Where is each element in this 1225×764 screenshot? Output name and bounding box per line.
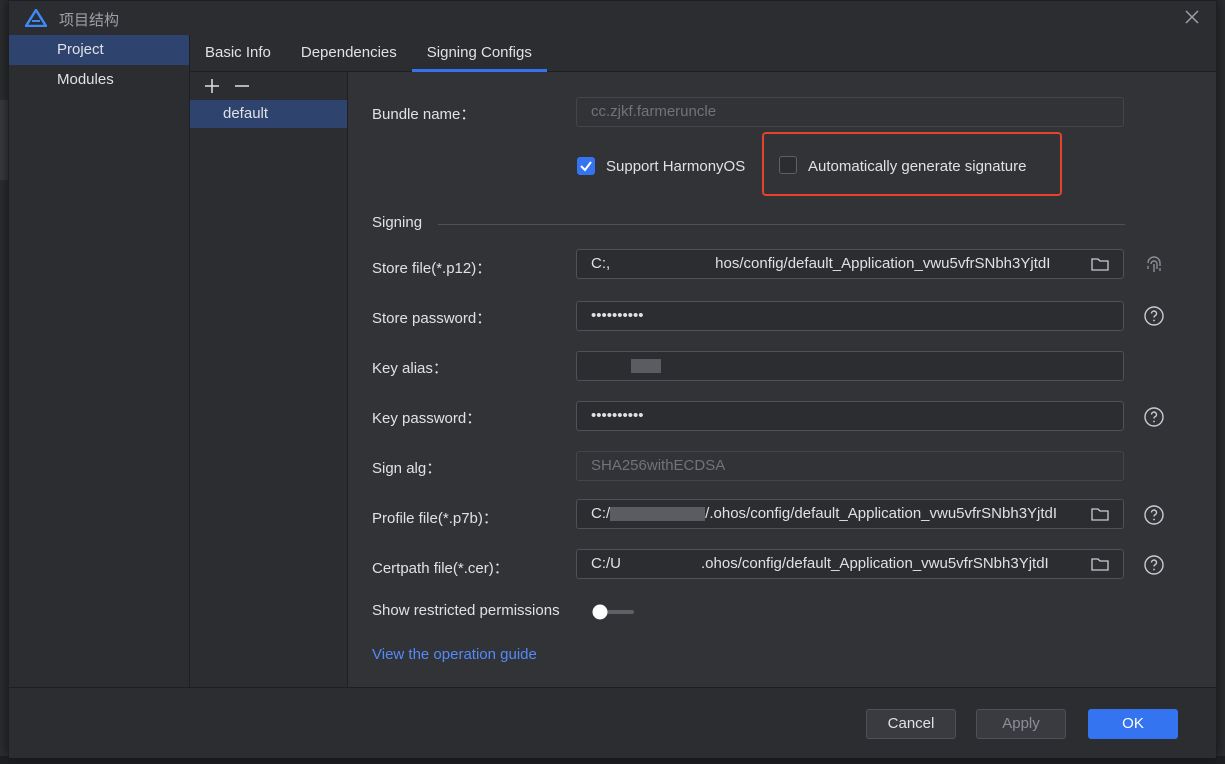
store-file-value-prefix: C:, — [591, 255, 611, 272]
redacted-mask — [610, 257, 716, 272]
store-file-label: Store file(*.p12)： — [372, 260, 492, 277]
restricted-permissions-toggle[interactable] — [592, 604, 636, 620]
dialog-footer: Cancel Apply OK — [9, 687, 1216, 758]
redacted-mask — [631, 359, 661, 374]
profile-file-value-prefix: C:/ — [591, 505, 611, 522]
tab-signing-configs[interactable]: Signing Configs — [411, 35, 547, 72]
redacted-mask — [610, 507, 706, 522]
key-alias-label: Key alias： — [372, 360, 448, 377]
close-icon[interactable] — [1182, 7, 1202, 27]
list-toolbar — [190, 72, 347, 100]
sign-alg-field: SHA256withECDSA — [576, 451, 1124, 481]
store-file-field[interactable]: C:, hos/config/default_Application_vwu5vf… — [576, 249, 1124, 279]
project-structure-dialog: 项目结构 Project Modules Basic Info Dependen… — [8, 0, 1217, 758]
left-nav: Project Modules — [9, 35, 190, 687]
profile-file-label: Profile file(*.p7b)： — [372, 510, 498, 527]
folder-icon[interactable] — [1091, 506, 1109, 522]
section-divider — [438, 224, 1125, 225]
profile-file-value-suffix: /.ohos/config/default_Application_vwu5vf… — [705, 505, 1058, 522]
sign-alg-value: SHA256withECDSA — [591, 457, 726, 474]
bundle-name-field: cc.zjkf.farmeruncle — [576, 97, 1124, 127]
key-password-label: Key password： — [372, 410, 482, 427]
app-logo-icon — [25, 9, 47, 27]
redacted-mask — [621, 557, 701, 572]
tab-basic-info[interactable]: Basic Info — [190, 35, 286, 71]
support-harmonyos-label[interactable]: Support HarmonyOS — [606, 158, 745, 175]
title-bar: 项目结构 — [9, 1, 1216, 35]
help-icon[interactable] — [1143, 554, 1165, 576]
list-item-default[interactable]: default — [190, 100, 347, 128]
store-file-value-suffix: hos/config/default_Application_vwu5vfrSN… — [715, 255, 1051, 272]
help-icon[interactable] — [1143, 504, 1165, 526]
tab-dependencies[interactable]: Dependencies — [286, 35, 412, 71]
window-title: 项目结构 — [59, 11, 120, 29]
profile-file-field[interactable]: C:/ /.ohos/config/default_Application_vwu… — [576, 499, 1124, 529]
background-edge — [0, 100, 8, 180]
help-icon[interactable] — [1143, 406, 1165, 428]
checkmark-icon — [580, 161, 592, 172]
bundle-name-value: cc.zjkf.farmeruncle — [591, 103, 717, 120]
fingerprint-icon[interactable] — [1143, 254, 1165, 276]
remove-config-button[interactable] — [232, 76, 252, 96]
plus-icon — [205, 79, 219, 93]
add-config-button[interactable] — [202, 76, 222, 96]
auto-generate-signature-label[interactable]: Automatically generate signature — [808, 158, 1026, 175]
restricted-permissions-label: Show restricted permissions — [372, 602, 560, 619]
certpath-file-label: Certpath file(*.cer)： — [372, 560, 509, 577]
minus-icon — [235, 85, 249, 87]
sign-alg-label: Sign alg： — [372, 460, 442, 477]
nav-item-project[interactable]: Project — [9, 35, 189, 65]
bundle-name-label: Bundle name： — [372, 106, 476, 123]
key-password-value: •••••••••• — [591, 407, 644, 424]
ok-button[interactable]: OK — [1088, 709, 1178, 739]
cancel-button[interactable]: Cancel — [866, 709, 956, 739]
certpath-file-value-suffix: .ohos/config/default_Application_vwu5vfr… — [701, 555, 1049, 572]
support-harmonyos-checkbox[interactable] — [577, 157, 595, 175]
help-icon[interactable] — [1143, 305, 1165, 327]
auto-generate-signature-checkbox[interactable] — [779, 156, 797, 174]
folder-icon[interactable] — [1091, 556, 1109, 572]
key-alias-field[interactable] — [576, 351, 1124, 381]
apply-button[interactable]: Apply — [976, 709, 1066, 739]
folder-icon[interactable] — [1091, 256, 1109, 272]
store-password-field[interactable]: •••••••••• — [576, 301, 1124, 331]
signing-form: Bundle name： cc.zjkf.farmeruncle Support… — [348, 72, 1216, 687]
store-password-value: •••••••••• — [591, 307, 644, 324]
signing-config-list: default — [190, 72, 348, 687]
nav-item-modules[interactable]: Modules — [9, 65, 189, 95]
store-password-label: Store password： — [372, 310, 492, 327]
certpath-file-value-prefix: C:/U — [591, 555, 621, 572]
signing-section-title: Signing — [372, 214, 423, 231]
certpath-file-field[interactable]: C:/U .ohos/config/default_Application_vwu… — [576, 549, 1124, 579]
tab-bar: Basic Info Dependencies Signing Configs — [190, 35, 1216, 72]
operation-guide-link[interactable]: View the operation guide — [372, 646, 537, 663]
key-password-field[interactable]: •••••••••• — [576, 401, 1124, 431]
